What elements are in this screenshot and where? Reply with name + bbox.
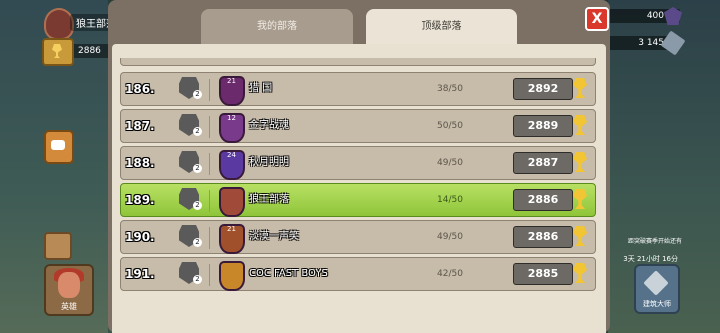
divider xyxy=(209,190,210,212)
table-row[interactable]: 191. 2 COC FAST BOYS 42/50 2885 xyxy=(120,257,596,291)
trophy-count: 2886 xyxy=(74,44,112,58)
clan-level: 12 xyxy=(227,114,236,122)
builder-base-button[interactable]: 建筑大师 xyxy=(634,264,680,314)
rank-number: 186. xyxy=(125,82,155,96)
divider xyxy=(209,116,210,138)
clan-name: 猎 国 xyxy=(249,83,273,94)
league-level: 2 xyxy=(193,164,202,173)
tab-top-clans[interactable]: 顶级部落 xyxy=(366,9,517,45)
chat-button[interactable] xyxy=(44,130,74,164)
table-row[interactable]: 188. 2 24 秋月明明 49/50 2887 xyxy=(120,146,596,180)
trophy-icon xyxy=(573,78,587,98)
trophy-icon xyxy=(573,263,587,283)
divider xyxy=(209,153,210,175)
league-level: 2 xyxy=(193,275,202,284)
clan-name: 秋月明明 xyxy=(249,157,289,168)
clan-score: 2887 xyxy=(513,152,573,174)
table-row[interactable]: 190. 2 21 淡漠一声笑 49/50 2886 xyxy=(120,220,596,254)
table-row[interactable]: 186. 2 21 猎 国 38/50 2892 xyxy=(120,72,596,106)
builder-tool-icon xyxy=(643,270,669,296)
tab-my-clan[interactable]: 我的部落 xyxy=(201,9,353,45)
divider xyxy=(209,227,210,249)
trophy-icon xyxy=(52,44,62,58)
member-count: 14/50 xyxy=(437,195,463,205)
chat-icon xyxy=(51,140,65,150)
member-count: 38/50 xyxy=(437,84,463,94)
clan-badge-icon xyxy=(219,261,245,291)
rank-number: 191. xyxy=(125,267,155,281)
table-row-my-clan[interactable]: 189. 2 狼王部落 14/50 2886 xyxy=(120,183,596,217)
trophy-icon xyxy=(573,226,587,246)
trophy-icon xyxy=(573,115,587,135)
trophy-league-icon[interactable] xyxy=(42,38,74,66)
league-level: 2 xyxy=(193,127,202,136)
season-timer: 3天 21小时 16分 xyxy=(623,255,678,263)
divider xyxy=(209,79,210,101)
rank-number: 189. xyxy=(125,193,155,207)
hero-label: 英雄 xyxy=(61,302,77,311)
rank-number: 188. xyxy=(125,156,155,170)
trophy-icon xyxy=(573,189,587,209)
clan-name: 狼王部落 xyxy=(249,194,289,205)
clan-badge-icon xyxy=(219,187,245,217)
league-level: 2 xyxy=(193,238,202,247)
clan-name: COC FAST BOYS xyxy=(249,268,328,279)
member-count: 49/50 xyxy=(437,158,463,168)
clan-score: 2889 xyxy=(513,115,573,137)
clan-name: 金字战魂 xyxy=(249,120,289,131)
hero-button[interactable]: 英雄 xyxy=(44,264,94,316)
table-row[interactable]: 187. 2 12 金字战魂 50/50 2889 xyxy=(120,109,596,143)
rank-number: 190. xyxy=(125,230,155,244)
builder-label: 建筑大师 xyxy=(643,300,671,308)
build-button[interactable] xyxy=(44,232,72,260)
clan-level: 24 xyxy=(227,151,236,159)
clan-ranking-list[interactable]: 186. 2 21 猎 国 38/50 2892 187. 2 12 金字战魂 50/50 2889 1… xyxy=(120,58,596,333)
league-level: 2 xyxy=(193,201,202,210)
member-count: 49/50 xyxy=(437,232,463,242)
season-note: 距突破赛季开始还有 xyxy=(627,238,682,245)
league-level: 2 xyxy=(193,90,202,99)
leaderboard-panel: 我的部落 顶级部落 X 186. 2 21 猎 国 38/50 2892 187. 2 12 金字… xyxy=(108,0,610,333)
clan-score: 2885 xyxy=(513,263,573,285)
member-count: 50/50 xyxy=(437,121,463,131)
clan-score: 2886 xyxy=(513,189,573,211)
clan-level: 21 xyxy=(227,77,236,85)
clan-level: 21 xyxy=(227,225,236,233)
clan-name: 淡漠一声笑 xyxy=(249,231,299,242)
divider xyxy=(209,264,210,286)
rank-number: 187. xyxy=(125,119,155,133)
close-button[interactable]: X xyxy=(585,7,609,31)
clan-score: 2892 xyxy=(513,78,573,100)
member-count: 42/50 xyxy=(437,269,463,279)
trophy-icon xyxy=(573,152,587,172)
clan-score: 2886 xyxy=(513,226,573,248)
list-item-partial xyxy=(120,58,596,66)
hero-portrait-icon xyxy=(58,272,80,298)
